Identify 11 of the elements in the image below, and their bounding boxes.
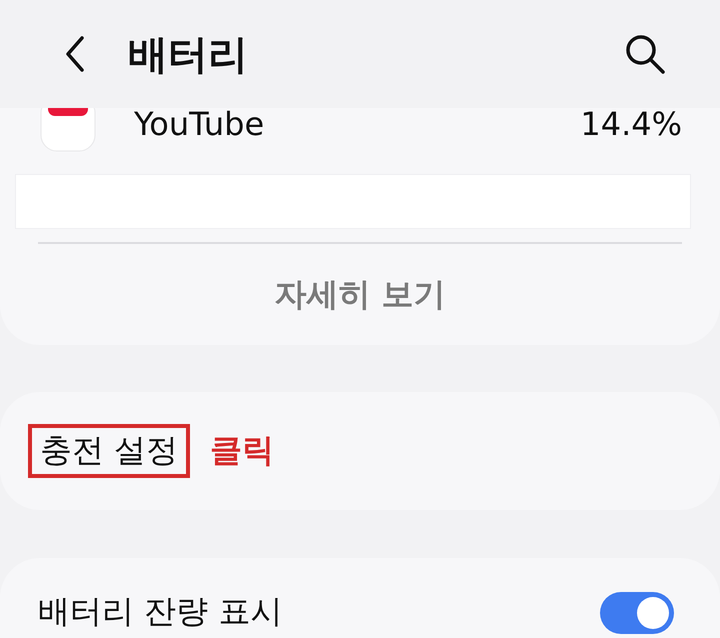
annotation-text: 클릭	[210, 430, 274, 471]
usage-percent: 14.4%	[580, 105, 682, 143]
toggle-switch[interactable]	[600, 592, 674, 634]
details-button[interactable]: 자세히 보기	[262, 266, 458, 322]
search-icon[interactable]	[624, 33, 666, 75]
setting-label: 배터리 잔량 표시	[38, 591, 284, 632]
app-name: YouTube	[134, 105, 264, 143]
settings-item[interactable]: 충전 설정 클릭	[0, 392, 720, 510]
setting-label: 충전 설정	[40, 430, 178, 471]
page-title: 배터리	[128, 30, 248, 80]
settings-item[interactable]: 배터리 잔량 표시	[0, 558, 720, 638]
